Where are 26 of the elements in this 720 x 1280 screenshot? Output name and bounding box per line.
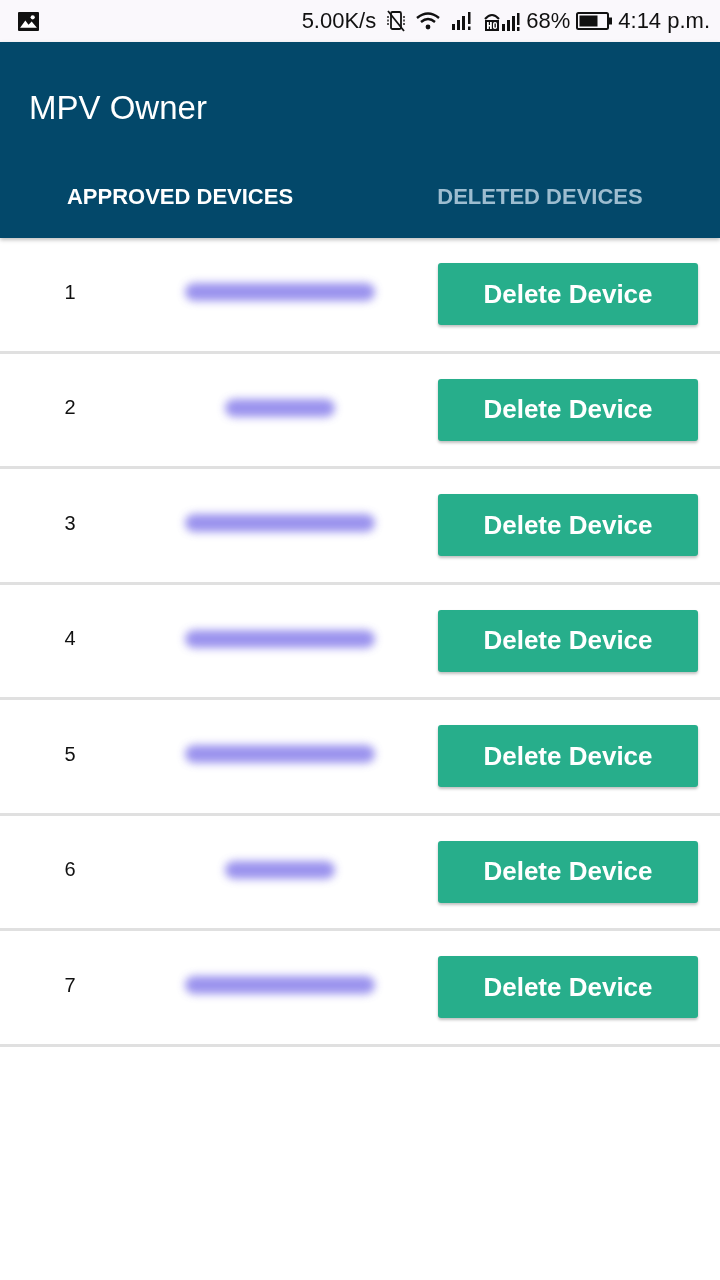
row-number: 1	[63, 280, 77, 304]
row-number: 7	[63, 973, 77, 997]
delete-device-button[interactable]: Delete Device	[438, 956, 698, 1019]
image-icon	[18, 11, 39, 31]
vibrate-off-icon	[386, 10, 407, 32]
network-speed: 5.00K/s	[301, 10, 377, 32]
row-number: 4	[63, 627, 77, 651]
delete-device-button[interactable]: Delete Device	[438, 494, 698, 557]
row-number: 2	[63, 396, 77, 420]
row-number: 6	[63, 858, 77, 882]
signal-icon	[452, 12, 473, 30]
app-title: MPV Owner	[28, 88, 208, 128]
delete-device-button[interactable]: Delete Device	[438, 378, 698, 441]
delete-device-button[interactable]: Delete Device	[438, 840, 698, 903]
battery-percent: 68%	[526, 10, 571, 32]
clock-time: 4:14 p.m.	[618, 10, 710, 32]
hd-signal-icon	[484, 11, 521, 31]
delete-device-button[interactable]: Delete Device	[438, 263, 698, 326]
delete-device-button[interactable]: Delete Device	[438, 725, 698, 788]
wifi-icon	[416, 12, 441, 30]
row-number: 5	[63, 742, 77, 766]
battery-icon	[576, 12, 613, 30]
row-number: 3	[63, 511, 77, 535]
tab[interactable]: DELETED DEVICES	[360, 128, 720, 238]
tab[interactable]: APPROVED DEVICES	[0, 128, 360, 238]
delete-device-button[interactable]: Delete Device	[438, 609, 698, 672]
